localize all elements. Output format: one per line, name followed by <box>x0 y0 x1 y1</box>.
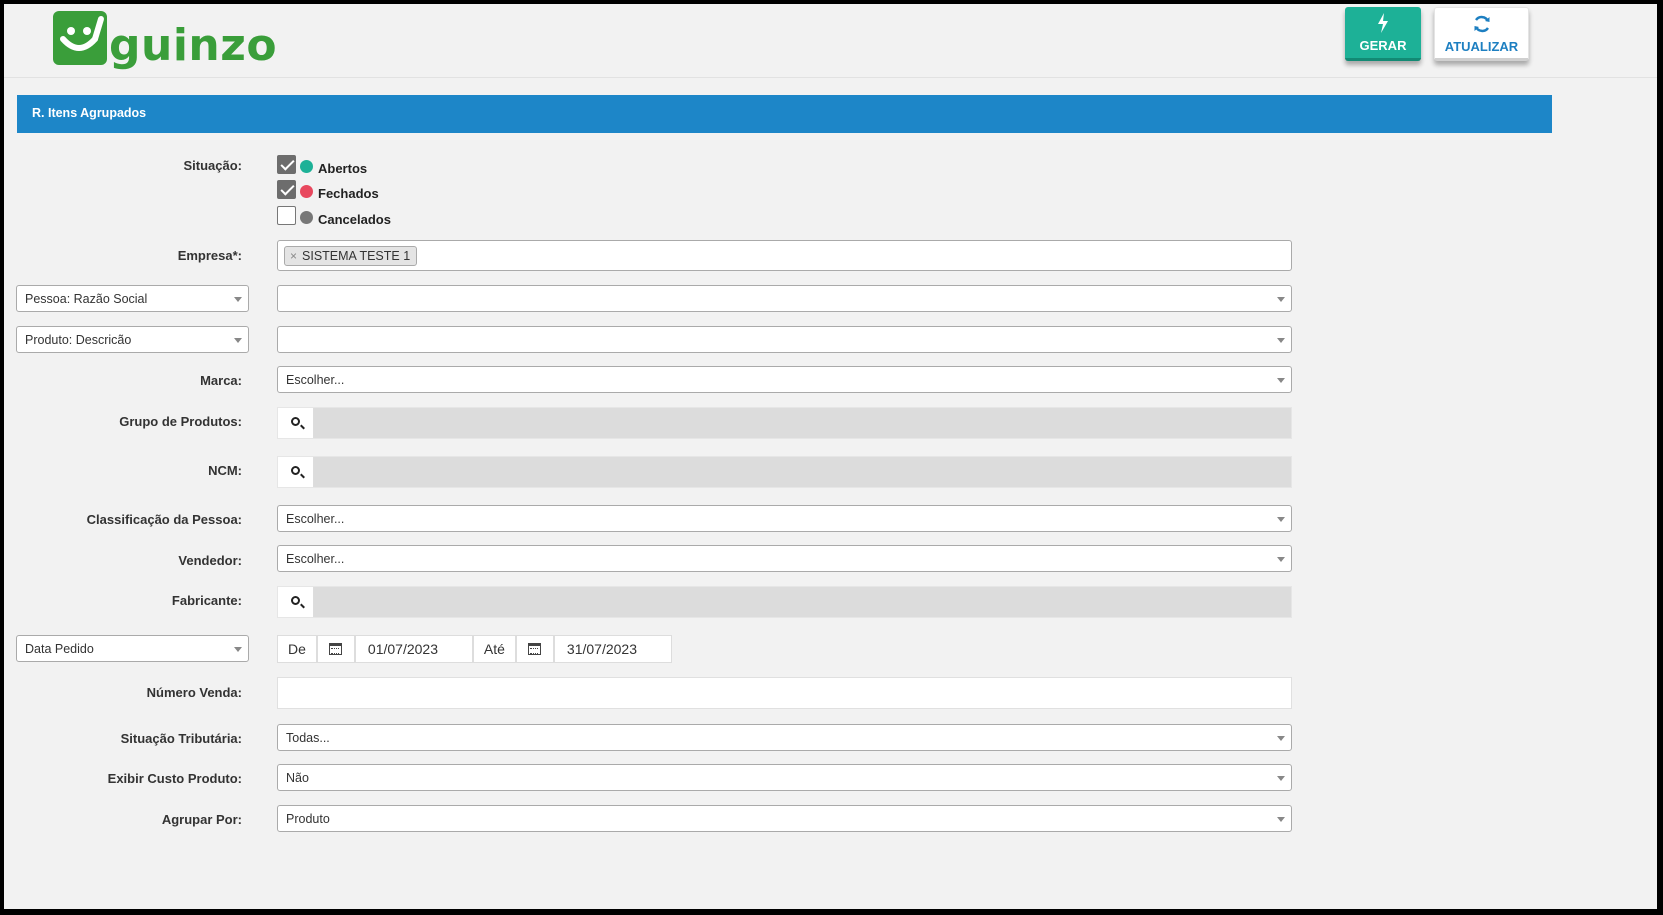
marca-label: Marca: <box>200 373 242 388</box>
agrupar-por-label: Agrupar Por: <box>161 812 242 827</box>
search-icon <box>291 596 300 605</box>
situacao-abertos[interactable]: Abertos <box>277 153 368 176</box>
logo-smiley-icon <box>53 11 107 65</box>
fechados-status-dot-icon <box>300 184 313 198</box>
numero-venda-label: Número Venda: <box>146 685 242 700</box>
tag-remove-icon[interactable]: × <box>290 249 297 263</box>
grupo-produtos-lookup <box>277 407 1292 439</box>
vendedor-label: Vendedor: <box>178 553 242 568</box>
ate-date-input[interactable]: 31/07/2023 <box>553 635 672 663</box>
fechados-label: Fechados <box>318 186 379 201</box>
ncm-search-button[interactable] <box>278 457 314 487</box>
classificacao-select[interactable]: Escolher... <box>277 505 1292 532</box>
pessoa-select[interactable] <box>277 285 1292 312</box>
atualizar-label: ATUALIZAR <box>1444 39 1519 54</box>
de-label: De <box>277 635 317 663</box>
pessoa-filter-type-select[interactable]: Pessoa: Razão Social <box>16 285 249 312</box>
calendar-icon <box>329 643 343 655</box>
grupo-produtos-search-button[interactable] <box>278 408 314 438</box>
situacao-cancelados[interactable]: Cancelados <box>277 204 391 227</box>
search-icon <box>291 466 300 475</box>
ncm-label: NCM: <box>208 463 242 478</box>
fabricante-lookup <box>277 586 1292 618</box>
vendedor-select[interactable]: Escolher... <box>277 545 1292 572</box>
empresa-multiselect[interactable]: × SISTEMA TESTE 1 <box>277 240 1292 271</box>
panel-title: R. Itens Agrupados <box>17 95 1552 133</box>
gerar-label: GERAR <box>1359 38 1407 53</box>
ate-label: Até <box>472 635 516 663</box>
grupo-produtos-label: Grupo de Produtos: <box>119 414 242 429</box>
cancelados-label: Cancelados <box>318 212 391 227</box>
empresa-tag-label: SISTEMA TESTE 1 <box>302 249 411 263</box>
ate-calendar-button[interactable] <box>515 635 554 663</box>
exibir-custo-label: Exibir Custo Produto: <box>107 771 242 786</box>
fechados-checkbox[interactable] <box>277 179 296 199</box>
date-range: De 01/07/2023 Até 31/07/2023 <box>277 635 672 663</box>
bolt-icon <box>1345 13 1421 35</box>
refresh-icon <box>1435 14 1528 36</box>
situacao-tributaria-label: Situação Tributária: <box>120 731 242 746</box>
ncm-lookup <box>277 456 1292 488</box>
exibir-custo-select[interactable]: Não <box>277 764 1292 791</box>
logo-text: guinzo <box>109 20 278 71</box>
situacao-tributaria-select[interactable]: Todas... <box>277 724 1292 751</box>
data-type-select[interactable]: Data Pedido <box>16 635 249 662</box>
cancelados-status-dot-icon <box>300 210 313 224</box>
gerar-button[interactable]: GERAR <box>1345 7 1421 61</box>
de-calendar-button[interactable] <box>316 635 355 663</box>
situacao-fechados[interactable]: Fechados <box>277 178 379 201</box>
situacao-label: Situação: <box>183 158 242 173</box>
calendar-icon <box>528 643 542 655</box>
marca-select[interactable]: Escolher... <box>277 366 1292 393</box>
atualizar-button[interactable]: ATUALIZAR <box>1434 7 1529 61</box>
app-frame: guinzo GERAR ATUALIZAR R. Itens Agrupado… <box>0 0 1663 915</box>
abertos-status-dot-icon <box>300 159 313 173</box>
agrupar-por-select[interactable]: Produto <box>277 805 1292 832</box>
fabricante-search-button[interactable] <box>278 587 314 617</box>
produto-select[interactable] <box>277 326 1292 353</box>
cancelados-checkbox[interactable] <box>277 205 296 225</box>
search-icon <box>291 417 300 426</box>
abertos-label: Abertos <box>318 161 368 176</box>
de-date-input[interactable]: 01/07/2023 <box>354 635 473 663</box>
empresa-tag: × SISTEMA TESTE 1 <box>284 246 418 266</box>
abertos-checkbox[interactable] <box>277 154 296 174</box>
header: guinzo GERAR ATUALIZAR <box>4 4 1657 78</box>
produto-filter-type-select[interactable]: Produto: Descricão <box>16 326 249 353</box>
fabricante-label: Fabricante: <box>171 593 242 608</box>
empresa-label: Empresa*: <box>177 248 242 263</box>
classificacao-label: Classificação da Pessoa: <box>86 512 242 527</box>
numero-venda-input[interactable] <box>277 677 1292 709</box>
